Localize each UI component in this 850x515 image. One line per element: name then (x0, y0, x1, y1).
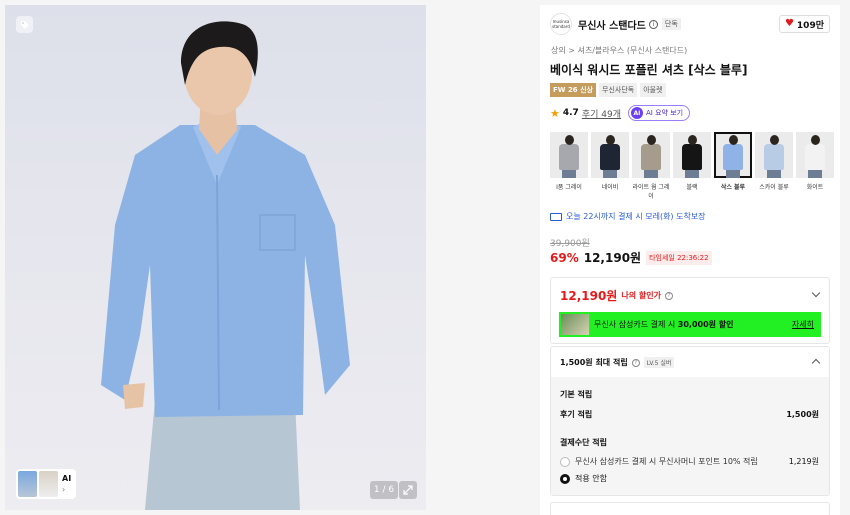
product-main-image[interactable]: AI › 1 / 6 (5, 5, 426, 510)
card-points-radio[interactable] (560, 456, 570, 467)
timesale-badge: 타임세일 22:36:22 (646, 250, 712, 265)
breadcrumb[interactable]: 상의 > 셔츠/블라우스 (무신사 스탠다드) (551, 45, 687, 56)
points-header[interactable]: 1,500원 최대 적립 ? LV.5 실버 (560, 357, 675, 368)
card-points-row[interactable]: 무신사 삼성카드 결제 시 무신사머니 포인트 10% 적립 1,219원 (560, 456, 819, 467)
review-points-row: 후기 적립 1,500원 (560, 409, 819, 420)
max-points: 1,500원 최대 적립 (560, 358, 628, 367)
color-swatch-label: 삭스 블루 (720, 184, 746, 191)
color-swatch[interactable]: I품 그레이 (550, 132, 588, 201)
heart-icon: ♥ (784, 18, 794, 29)
delivery-text: 오늘 22시까지 결제 시 모레(화) 도착보장 (566, 212, 706, 221)
exclusive-badge: 단독 (661, 18, 681, 30)
my-discount-amount: 12,190원 (560, 289, 618, 303)
color-swatch-image (755, 132, 793, 178)
points-detail: 기본 적립 후기 적립 1,500원 결제수단 적립 무신사 삼성카드 결제 시… (551, 377, 829, 495)
color-swatch[interactable]: 스카이 블루 (755, 132, 793, 201)
color-swatch-image (796, 132, 834, 178)
tag-icon[interactable] (16, 16, 33, 33)
level-badge: LV.5 실버 (643, 357, 675, 368)
ai-label: AI (62, 474, 72, 483)
no-points-radio[interactable] (560, 473, 570, 484)
color-swatch[interactable]: 네이비 (591, 132, 629, 201)
original-price: 39,900원 (550, 239, 590, 249)
product-page: AI › 1 / 6 musinsa standard 무신사 스탠다드 i 단… (0, 0, 850, 515)
ai-fitting-thumbnails (18, 471, 58, 497)
info-icon[interactable]: i (648, 19, 658, 29)
like-button[interactable]: ♥ 109만 (778, 15, 830, 33)
discount-rate: 69% (550, 250, 579, 265)
color-swatch-image (673, 132, 711, 178)
no-points-label: 적용 안함 (575, 474, 607, 483)
color-options: I품 그레이 네이비 라이트 웜 그레이 블랙 삭스 블루 스카이 블루 화이트 (550, 132, 834, 201)
my-discount-label: 나의 할인가 (621, 291, 661, 300)
ai-summary-button[interactable]: AI AI 요약 보기 (627, 105, 691, 121)
my-discount-row[interactable]: 12,190원 나의 할인가 ? (560, 287, 673, 304)
my-discount-box: 12,190원 나의 할인가 ? 무신사 삼성카드 결제 시 30,000원 할… (550, 277, 830, 344)
color-swatch-image (714, 132, 752, 178)
star-icon: ★ (550, 106, 560, 120)
card-points-label: 무신사 삼성카드 결제 시 무신사머니 포인트 10% 적립 (575, 457, 758, 466)
rating-row: ★ 4.7 후기 49개 AI AI 요약 보기 (550, 105, 691, 121)
review-count-link[interactable]: 후기 49개 (582, 107, 621, 120)
color-swatch-label: I품 그레이 (556, 184, 582, 191)
outlet-tag: 아울렛 (640, 83, 666, 97)
color-swatch[interactable]: 화이트 (796, 132, 834, 201)
basic-points-header: 기본 적립 (560, 390, 593, 399)
color-swatch-image (591, 132, 629, 178)
exclusive-tag: 무신사단독 (599, 83, 638, 97)
ai-summary-label: AI 요약 보기 (645, 109, 684, 117)
ai-icon: AI (630, 107, 643, 119)
chevron-down-icon[interactable] (811, 288, 821, 298)
card-promo-banner[interactable]: 무신사 삼성카드 결제 시 30,000원 할인 자세히 (559, 312, 821, 337)
color-swatch[interactable]: 삭스 블루 (714, 132, 752, 201)
review-points-value: 1,500원 (786, 410, 819, 419)
truck-icon (550, 212, 562, 221)
brand-name[interactable]: 무신사 스탠다드 (578, 17, 646, 32)
color-swatch-image (550, 132, 588, 178)
chevron-right-icon: › (62, 485, 66, 494)
product-tags: FW 26 신상 무신사단독 아울렛 (550, 83, 666, 97)
payment-points-header: 결제수단 적립 (560, 438, 607, 447)
color-swatch[interactable]: 라이트 웜 그레이 (632, 132, 670, 201)
color-swatch-label: 라이트 웜 그레이 (632, 184, 670, 200)
season-tag: FW 26 신상 (550, 83, 596, 97)
product-info-panel: musinsa standard 무신사 스탠다드 i 단독 ♥ 109만 상의… (540, 5, 840, 515)
card-points-value: 1,219원 (788, 457, 819, 466)
expand-icon[interactable] (399, 481, 417, 499)
product-title: 베이식 워시드 포플린 셔츠 [삭스 블루] (550, 63, 748, 77)
image-counter: 1 / 6 (370, 481, 398, 499)
card-image (561, 314, 589, 335)
color-swatch-label: 화이트 (806, 184, 824, 191)
card-details-link[interactable]: 자세히 (792, 319, 814, 330)
no-points-row[interactable]: 적용 안함 (560, 473, 819, 484)
help-icon[interactable]: ? (631, 358, 640, 367)
color-swatch-image (632, 132, 670, 178)
rating-score: 4.7 (562, 108, 579, 118)
points-box: 1,500원 최대 적립 ? LV.5 실버 기본 적립 후기 적립 1,500… (550, 346, 830, 496)
model-photo (101, 21, 350, 510)
ai-fitting-chip[interactable]: AI › (16, 469, 76, 499)
card-promo-text: 무신사 삼성카드 결제 시 30,000원 할인 (594, 320, 734, 329)
help-icon[interactable]: ? (664, 291, 673, 300)
brand-row: musinsa standard 무신사 스탠다드 i 단독 ♥ 109만 (550, 13, 830, 35)
delivery-info[interactable]: 오늘 22시까지 결제 시 모레(화) 도착보장 (550, 211, 706, 222)
color-swatch-label: 스카이 블루 (759, 184, 789, 191)
like-count: 109만 (796, 20, 824, 31)
color-swatch-label: 블랙 (686, 184, 698, 191)
chevron-up-icon[interactable] (811, 358, 821, 368)
review-points-label: 후기 적립 (560, 410, 593, 419)
option-select-box[interactable] (550, 502, 830, 515)
sale-price: 12,190원 (583, 251, 642, 265)
brand-logo[interactable]: musinsa standard (550, 13, 572, 35)
color-swatch[interactable]: 블랙 (673, 132, 711, 201)
price-row: 69% 12,190원 타임세일 22:36:22 (550, 249, 712, 266)
color-swatch-label: 네이비 (601, 184, 619, 191)
